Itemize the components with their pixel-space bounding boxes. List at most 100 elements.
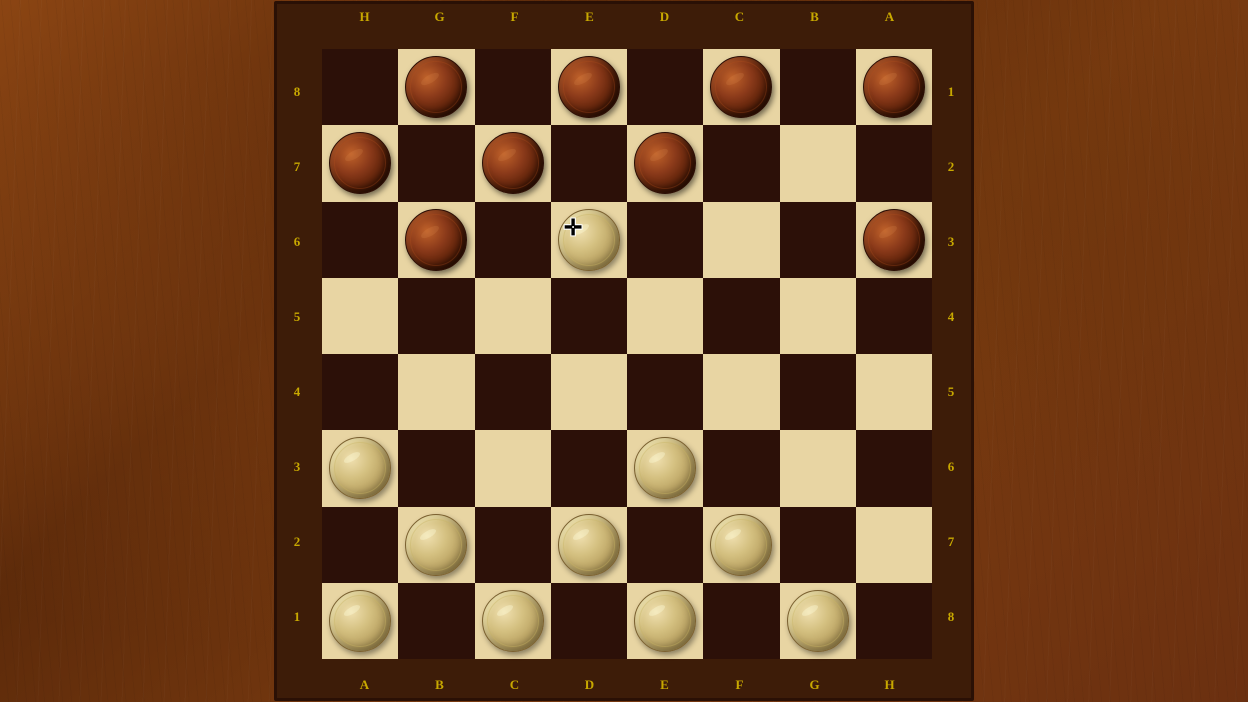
black-piece[interactable]: [482, 132, 544, 194]
board-cell[interactable]: [475, 354, 551, 430]
white-piece[interactable]: [558, 514, 620, 576]
board-cell[interactable]: [856, 49, 932, 125]
row-label-left: 1: [287, 609, 307, 625]
row-label-right: 3: [941, 234, 961, 250]
board-cell[interactable]: [551, 202, 627, 278]
board-cell[interactable]: [856, 125, 932, 201]
board-cell[interactable]: [322, 202, 398, 278]
board-cell[interactable]: [398, 507, 474, 583]
board-cell[interactable]: [398, 49, 474, 125]
board-cell[interactable]: [475, 278, 551, 354]
board-cell[interactable]: [551, 507, 627, 583]
white-piece[interactable]: [634, 590, 696, 652]
board-cell[interactable]: [780, 278, 856, 354]
row-label-right: 7: [941, 534, 961, 550]
column-labels-bottom: ABCDEFGH: [327, 677, 927, 693]
board-cell[interactable]: [780, 202, 856, 278]
board-cell[interactable]: [551, 430, 627, 506]
board-cell[interactable]: [398, 125, 474, 201]
col-label-top: B: [805, 9, 825, 25]
board-cell[interactable]: [780, 583, 856, 659]
board-cell[interactable]: [627, 507, 703, 583]
board-cell[interactable]: [856, 278, 932, 354]
board-cell[interactable]: [627, 583, 703, 659]
board-cell[interactable]: [551, 583, 627, 659]
white-piece[interactable]: [329, 437, 391, 499]
board-cell[interactable]: [322, 354, 398, 430]
row-label-right: 1: [941, 84, 961, 100]
black-piece[interactable]: [405, 209, 467, 271]
board-cell[interactable]: [322, 49, 398, 125]
row-label-right: 2: [941, 159, 961, 175]
dragging-piece[interactable]: [558, 209, 620, 271]
board-cell[interactable]: [475, 583, 551, 659]
white-piece[interactable]: [405, 514, 467, 576]
row-labels-left: 87654321: [287, 54, 307, 654]
board-cell[interactable]: [627, 278, 703, 354]
board-cell[interactable]: [703, 583, 779, 659]
white-piece[interactable]: [634, 437, 696, 499]
board-cell[interactable]: [627, 354, 703, 430]
col-label-top: H: [355, 9, 375, 25]
board-cell[interactable]: [551, 49, 627, 125]
board-cell[interactable]: [551, 278, 627, 354]
board-cell[interactable]: [856, 583, 932, 659]
board-cell[interactable]: [322, 278, 398, 354]
row-label-left: 2: [287, 534, 307, 550]
black-piece[interactable]: [634, 132, 696, 194]
board-cell[interactable]: [856, 202, 932, 278]
board-cell[interactable]: [856, 354, 932, 430]
white-piece[interactable]: [787, 590, 849, 652]
col-label-top: E: [580, 9, 600, 25]
board-cell[interactable]: [398, 430, 474, 506]
chess-board[interactable]: [322, 49, 932, 659]
board-cell[interactable]: [780, 507, 856, 583]
board-cell[interactable]: [703, 507, 779, 583]
black-piece[interactable]: [405, 56, 467, 118]
board-cell[interactable]: [703, 278, 779, 354]
board-cell[interactable]: [475, 507, 551, 583]
board-cell[interactable]: [780, 125, 856, 201]
board-cell[interactable]: [475, 202, 551, 278]
board-cell[interactable]: [856, 507, 932, 583]
board-cell[interactable]: [627, 430, 703, 506]
board-cell[interactable]: [322, 583, 398, 659]
board-cell[interactable]: [551, 125, 627, 201]
board-cell[interactable]: [703, 125, 779, 201]
board-cell[interactable]: [475, 430, 551, 506]
column-labels-top: HGFEDCBA: [327, 9, 927, 25]
board-cell[interactable]: [703, 430, 779, 506]
black-piece[interactable]: [558, 56, 620, 118]
black-piece[interactable]: [863, 56, 925, 118]
black-piece[interactable]: [329, 132, 391, 194]
col-label-bottom: B: [430, 677, 450, 693]
board-cell[interactable]: [398, 583, 474, 659]
black-piece[interactable]: [863, 209, 925, 271]
board-cell[interactable]: [856, 430, 932, 506]
board-cell[interactable]: [703, 49, 779, 125]
board-cell[interactable]: [322, 125, 398, 201]
board-cell[interactable]: [551, 354, 627, 430]
board-cell[interactable]: [627, 125, 703, 201]
board-cell[interactable]: [475, 49, 551, 125]
white-piece[interactable]: [710, 514, 772, 576]
board-cell[interactable]: [398, 202, 474, 278]
row-label-left: 4: [287, 384, 307, 400]
board-cell[interactable]: [780, 354, 856, 430]
row-label-right: 5: [941, 384, 961, 400]
board-cell[interactable]: [322, 430, 398, 506]
board-cell[interactable]: [627, 49, 703, 125]
white-piece[interactable]: [482, 590, 544, 652]
board-cell[interactable]: [703, 202, 779, 278]
board-cell[interactable]: [398, 354, 474, 430]
board-cell[interactable]: [475, 125, 551, 201]
board-cell[interactable]: [627, 202, 703, 278]
row-label-left: 8: [287, 84, 307, 100]
board-cell[interactable]: [322, 507, 398, 583]
black-piece[interactable]: [710, 56, 772, 118]
board-cell[interactable]: [780, 49, 856, 125]
white-piece[interactable]: [329, 590, 391, 652]
board-cell[interactable]: [780, 430, 856, 506]
board-cell[interactable]: [398, 278, 474, 354]
board-cell[interactable]: [703, 354, 779, 430]
